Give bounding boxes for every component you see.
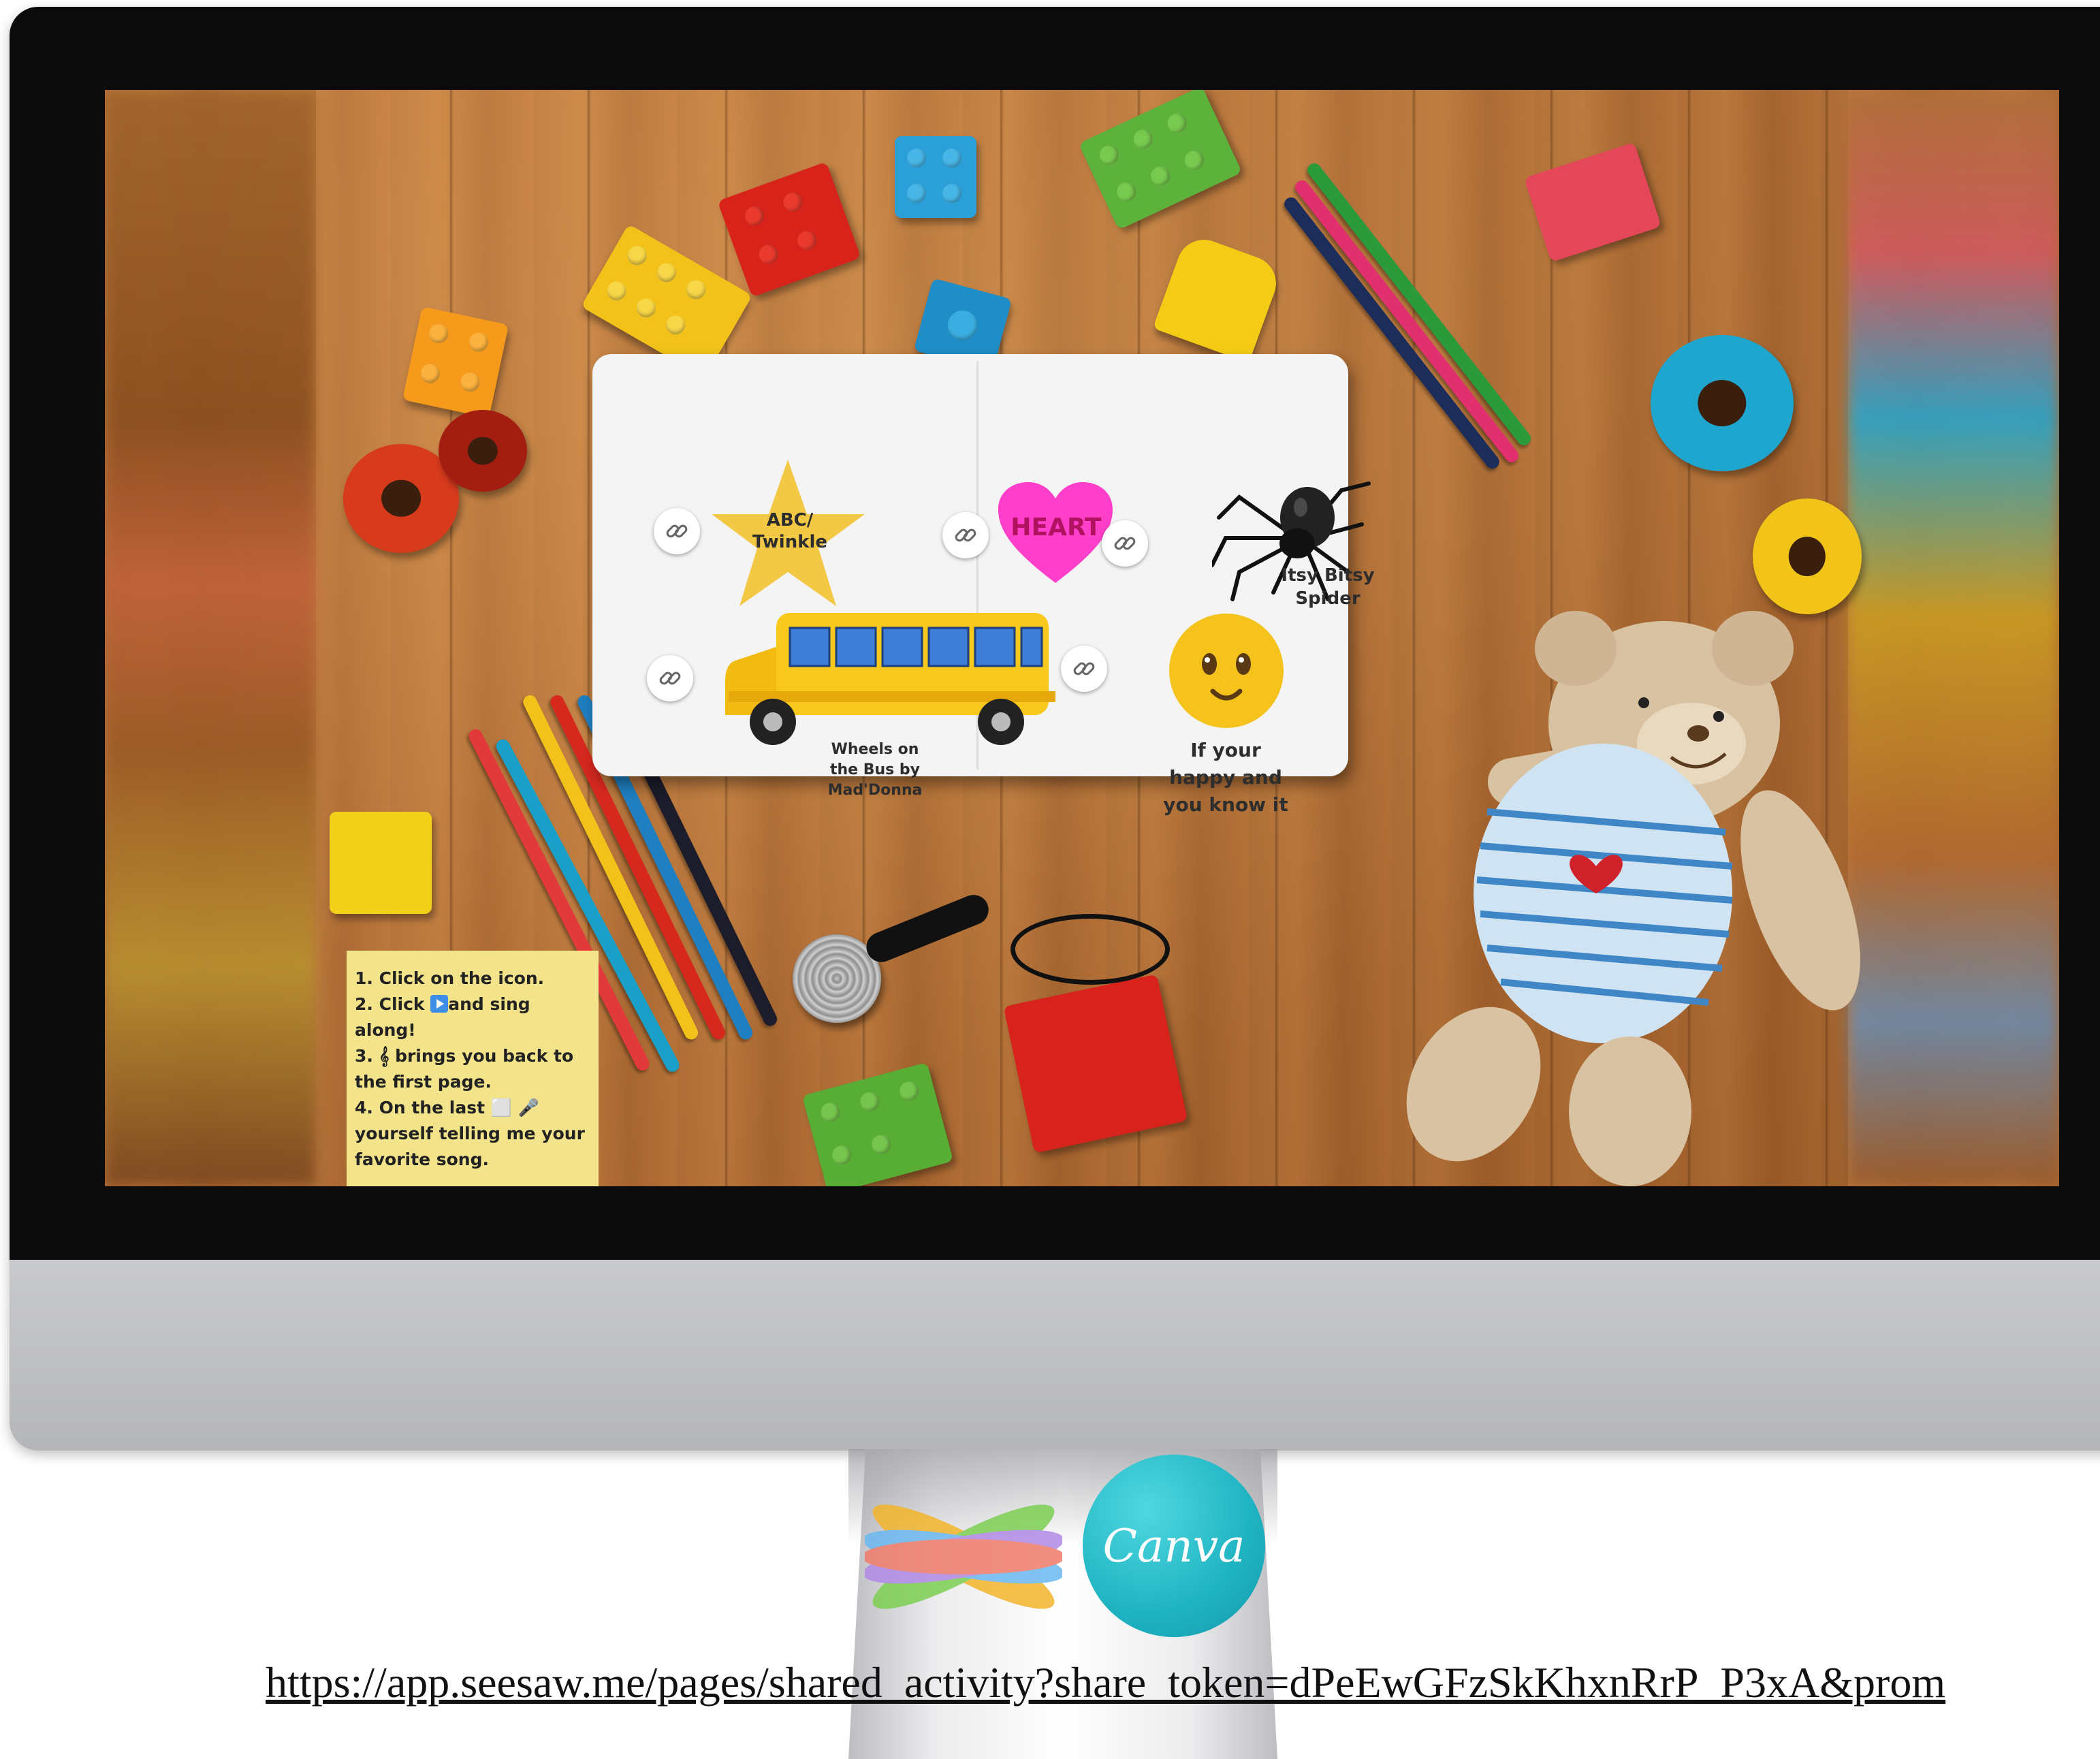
instruction-step-4c: favorite song. [355,1150,489,1169]
dark-red-ring-toy [439,410,527,492]
instruction-step-4b: yourself telling me your [355,1124,585,1143]
link-button-bus-left[interactable] [647,655,693,701]
instruction-step-2b: along! [355,1020,416,1040]
seesaw-logo-icon [865,1504,1062,1609]
star-label: ABC/ Twinkle [752,510,828,552]
teddy-bear-image [1406,611,1860,1186]
link-icon [955,528,976,542]
instruction-step-3b: the first page. [355,1072,492,1092]
lego-blue-brick [895,136,976,218]
school-bus-icon[interactable] [722,606,1062,749]
link-icon [1073,662,1095,676]
instruction-step-2: 2. Click and sing [355,994,530,1014]
canva-logo: Canva [1083,1455,1265,1637]
instruction-step-3: 3. 𝄞 brings you back to [355,1046,574,1066]
heart-label: HEART [1011,513,1102,541]
instruction-step-4: 4. On the last ⬜ 🎤 [355,1098,539,1118]
smiley-label: If your happy and you know it [1163,739,1288,816]
spider-label: Itsy Bitsy Spider [1281,565,1375,609]
yellow-ring-toy [1753,498,1862,614]
link-icon [659,671,681,685]
blurred-left-edge [105,90,316,1186]
smiley-face-icon[interactable] [1168,613,1284,729]
instruction-step-1: 1. Click on the icon. [355,968,545,988]
link-icon [1114,537,1136,550]
red-letter-e-block [1003,974,1188,1154]
yellow-block [330,812,432,914]
blue-ring-toy [1651,335,1794,471]
play-icon [430,995,449,1013]
link-icon [666,524,688,538]
link-button-star[interactable] [654,508,700,554]
shared-activity-link[interactable]: https://app.seesaw.me/pages/shared_activ… [266,1658,1945,1708]
link-button-bus-right[interactable] [1061,646,1107,692]
instructions-note: 1. Click on the icon. 2. Click and sing … [347,951,599,1186]
microphone-cable [1011,914,1170,985]
link-button-heart-left[interactable] [942,512,989,558]
bus-label: Wheels on the Bus by Mad'Donna [827,741,923,799]
link-button-heart-right[interactable] [1102,520,1148,567]
